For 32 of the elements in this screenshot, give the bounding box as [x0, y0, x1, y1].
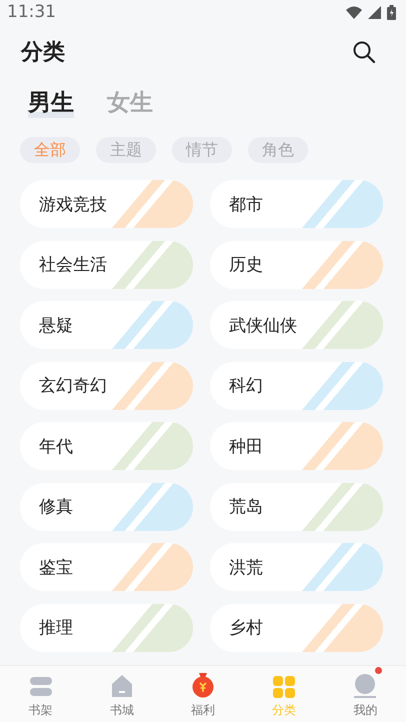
battery-icon	[387, 4, 396, 20]
category-card[interactable]: 社会生活	[20, 240, 193, 288]
nav-tab[interactable]: 书架	[0, 666, 82, 722]
category-card[interactable]: 科幻	[210, 362, 383, 410]
avatar-icon	[354, 674, 376, 698]
category-card[interactable]: 鉴宝	[20, 543, 193, 591]
category-card[interactable]: 游戏竞技	[20, 180, 193, 228]
wifi-icon	[346, 6, 362, 18]
category-card[interactable]: 悬疑	[20, 301, 193, 349]
category-card[interactable]: 年代	[20, 422, 193, 470]
page-title: 分类	[21, 39, 65, 67]
grid-icon	[273, 676, 296, 698]
house-icon	[110, 674, 133, 698]
money-bag-icon	[191, 672, 215, 698]
category-card[interactable]: 都市	[210, 180, 383, 228]
nav-tab[interactable]: 我的	[324, 666, 406, 722]
category-card[interactable]: 乡村	[210, 604, 383, 652]
category-card[interactable]: 推理	[20, 604, 193, 652]
category-card[interactable]: 武侠仙侠	[210, 301, 383, 349]
search-icon[interactable]	[352, 40, 376, 64]
nav-tab[interactable]: 福利	[162, 666, 244, 722]
nav-tab[interactable]: 书城	[81, 666, 162, 722]
category-card[interactable]: 洪荒	[210, 543, 383, 591]
gender-tab[interactable]: 男生	[28, 88, 74, 118]
clock-time: 11:31	[7, 2, 56, 22]
category-card[interactable]: 修真	[20, 482, 193, 530]
signal-icon	[368, 6, 381, 18]
category-card[interactable]: 种田	[210, 422, 383, 470]
category-card[interactable]: 荒岛	[210, 482, 383, 530]
category-card[interactable]: 玄幻奇幻	[20, 362, 193, 410]
bookshelf-icon	[28, 676, 53, 698]
category-card[interactable]: 历史	[210, 240, 383, 288]
